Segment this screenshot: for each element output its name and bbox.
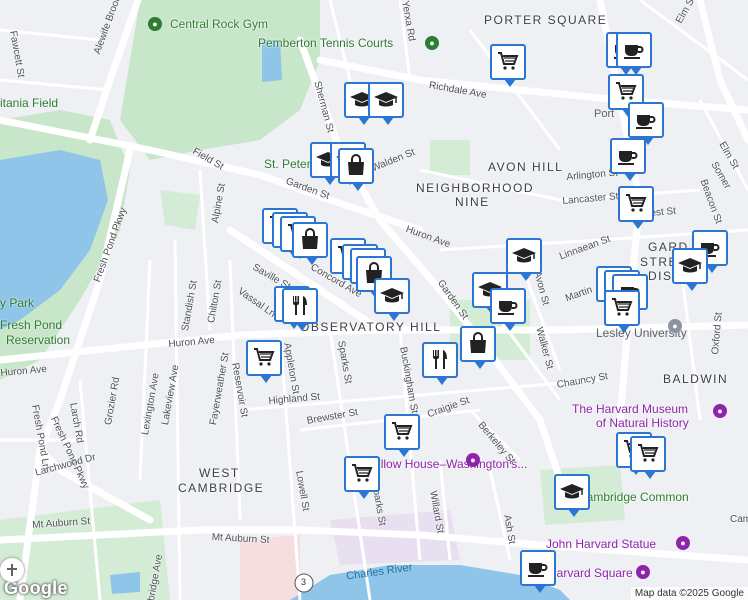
map-attribution[interactable]: Map data ©2025 Google <box>630 587 748 600</box>
map-marker-shopping-bag[interactable] <box>338 148 374 191</box>
coffee-cup-icon <box>528 563 548 577</box>
gym-icon[interactable]: ● <box>148 17 162 31</box>
map-marker-shopping-cart[interactable] <box>630 436 666 479</box>
shopping-cart-icon <box>352 464 373 482</box>
graduation-cap-icon <box>512 248 536 263</box>
graduation-cap-icon <box>374 92 398 107</box>
cemetery-icon[interactable] <box>0 558 24 582</box>
map-marker-shopping-cart[interactable] <box>490 44 526 87</box>
poi-label[interactable]: Pemberton Tennis Courts <box>258 36 393 50</box>
map-canvas[interactable]: PORTER SQUARE AVON HILL NEIGHBORHOOD NIN… <box>0 0 748 600</box>
museum-icon[interactable]: ● <box>713 404 727 418</box>
shopping-cart-icon <box>254 348 275 366</box>
park-label[interactable]: y Park <box>0 296 34 310</box>
fork-knife-icon <box>433 350 447 369</box>
neighborhood-label: WEST <box>199 466 240 480</box>
map-marker-graduation-cap[interactable] <box>554 474 590 517</box>
shopping-bag-icon <box>302 228 318 249</box>
map-marker-coffee-cup[interactable] <box>520 550 556 593</box>
monument-icon[interactable]: ● <box>676 536 690 550</box>
fork-knife-icon <box>293 296 307 315</box>
tennis-icon[interactable]: ● <box>425 36 439 50</box>
graduation-cap-icon <box>678 258 702 273</box>
shopping-cart-icon <box>392 422 413 440</box>
poi-label[interactable]: John Harvard Statue <box>546 537 656 551</box>
map-marker-graduation-cap[interactable] <box>506 238 542 281</box>
street-label: Cam <box>730 514 748 525</box>
neighborhood-label: AVON HILL <box>488 160 564 174</box>
map-marker-fork-knife[interactable] <box>282 288 318 331</box>
poi-label[interactable]: of Natural History <box>596 416 689 430</box>
landmark-icon[interactable]: ● <box>636 565 650 579</box>
park-label[interactable]: Reservation <box>6 333 70 347</box>
poi-label[interactable]: Cambridge Common <box>578 490 689 504</box>
coffee-cup-icon <box>618 151 638 165</box>
poi-label[interactable]: The Harvard Museum <box>572 402 688 416</box>
shopping-cart-icon <box>626 194 647 212</box>
map-marker-shopping-cart[interactable] <box>618 186 654 229</box>
neighborhood-label: NEIGHBORHOOD <box>416 181 535 195</box>
neighborhood-label: NINE <box>455 195 490 209</box>
map-marker-shopping-cart[interactable] <box>604 290 640 333</box>
coffee-cup-icon <box>636 115 656 129</box>
map-marker-coffee-cup[interactable] <box>490 288 526 331</box>
shopping-bag-icon <box>348 154 364 175</box>
shopping-bag-icon <box>470 332 486 353</box>
poi-label[interactable]: Central Rock Gym <box>170 17 268 31</box>
coffee-cup-icon <box>624 45 644 59</box>
map-marker-coffee-cup[interactable] <box>616 32 652 75</box>
university-icon[interactable]: ● <box>668 319 682 333</box>
poi-label[interactable]: St. Peter <box>264 157 311 171</box>
shopping-cart-icon <box>612 298 633 316</box>
coffee-cup-icon <box>498 301 518 315</box>
map-marker-graduation-cap[interactable] <box>672 248 708 291</box>
museum-icon[interactable]: ● <box>466 453 480 467</box>
map-marker-shopping-cart[interactable] <box>246 340 282 383</box>
map-marker-shopping-cart[interactable] <box>344 456 380 499</box>
neighborhood-label: BALDWIN <box>663 372 729 386</box>
map-marker-shopping-cart[interactable] <box>384 414 420 457</box>
map-marker-coffee-cup[interactable] <box>610 138 646 181</box>
shopping-cart-icon <box>498 52 519 70</box>
map-marker-graduation-cap[interactable] <box>374 278 410 321</box>
shopping-cart-icon <box>638 444 659 462</box>
graduation-cap-icon <box>380 288 404 303</box>
park-label[interactable]: itania Field <box>0 96 58 110</box>
map-marker-graduation-cap[interactable] <box>368 82 404 125</box>
neighborhood-label: PORTER SQUARE <box>484 13 608 27</box>
map-marker-coffee-cup[interactable] <box>628 102 664 145</box>
neighborhood-label: CAMBRIDGE <box>178 481 265 495</box>
graduation-cap-icon <box>560 484 584 499</box>
map-marker-fork-knife[interactable] <box>422 342 458 385</box>
poi-label[interactable]: Harvard Square <box>548 566 633 580</box>
park-label[interactable]: Fresh Pond <box>0 318 62 332</box>
route-shield-label: 3 <box>301 577 307 587</box>
map-marker-shopping-bag[interactable] <box>460 326 496 369</box>
neighborhood-label: OBSERVATORY HILL <box>300 320 442 334</box>
map-marker-shopping-bag[interactable] <box>292 222 328 265</box>
